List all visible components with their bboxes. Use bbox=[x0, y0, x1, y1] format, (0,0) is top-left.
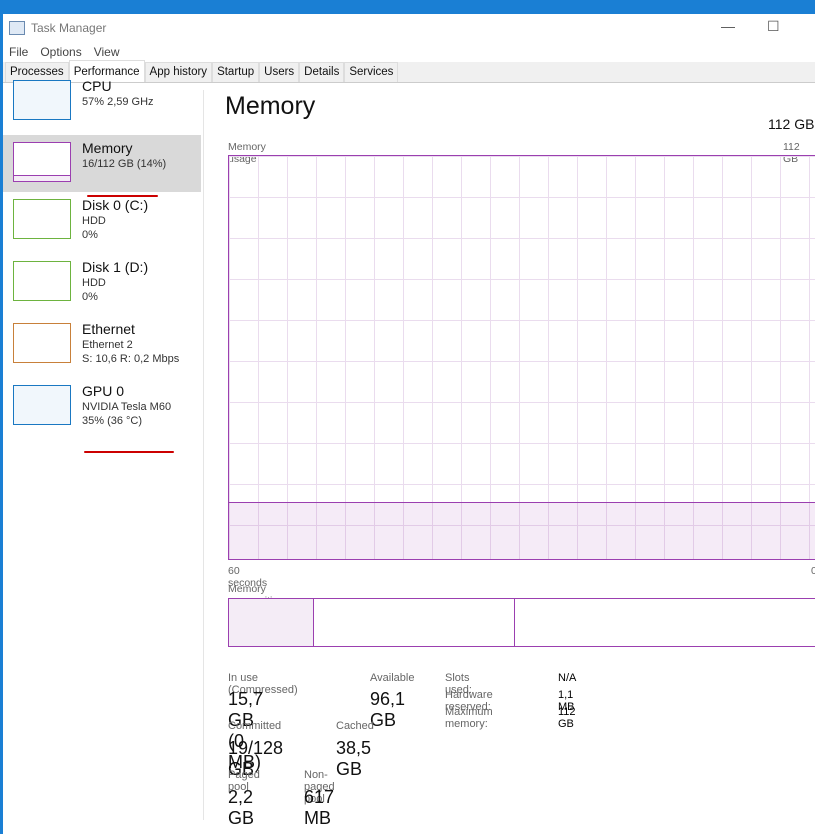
title-bar: Task Manager — ☐ bbox=[3, 14, 815, 42]
item-name: CPU bbox=[82, 78, 112, 94]
slots-value: N/A bbox=[558, 672, 577, 684]
max-memory-value: 112 GB bbox=[558, 706, 576, 730]
red-underline bbox=[84, 451, 174, 453]
thumbnail-graph bbox=[13, 323, 71, 363]
thumbnail-graph bbox=[13, 385, 71, 425]
sidebar-item-disk-1[interactable]: Disk 1 (D:) HDD 0% bbox=[3, 254, 201, 316]
sidebar-item-memory[interactable]: Memory 16/112 GB (14%) bbox=[3, 135, 201, 192]
window-title: Task Manager bbox=[31, 21, 107, 35]
item-detail-2: 0% bbox=[82, 291, 98, 303]
item-name: Disk 0 (C:) bbox=[82, 197, 149, 213]
thumbnail-graph bbox=[13, 142, 71, 182]
item-detail: HDD bbox=[82, 277, 106, 289]
tab-startup[interactable]: Startup bbox=[212, 62, 260, 82]
menu-file[interactable]: File bbox=[9, 45, 28, 59]
page-title: Memory bbox=[225, 92, 316, 120]
tab-details[interactable]: Details bbox=[299, 62, 345, 82]
item-name: Disk 1 (D:) bbox=[82, 259, 149, 275]
item-detail: Ethernet 2 bbox=[82, 339, 133, 351]
total-memory: 112 GB bbox=[768, 116, 815, 132]
graph-min-label: 0 bbox=[811, 565, 815, 577]
minimize-button[interactable]: — bbox=[721, 18, 735, 34]
item-name: Memory bbox=[82, 140, 133, 156]
sidebar-item-ethernet[interactable]: Ethernet Ethernet 2 S: 10,6 R: 0,2 Mbps bbox=[3, 316, 201, 378]
task-manager-icon bbox=[9, 21, 25, 35]
tab-services[interactable]: Services bbox=[344, 62, 399, 82]
memory-usage-graph bbox=[228, 155, 815, 560]
sidebar-item-disk-0[interactable]: Disk 0 (C:) HDD 0% bbox=[3, 192, 201, 254]
item-detail-2: S: 10,6 R: 0,2 Mbps bbox=[82, 353, 180, 365]
item-name: Ethernet bbox=[82, 321, 135, 337]
menu-view[interactable]: View bbox=[94, 45, 120, 59]
usage-fill bbox=[229, 501, 815, 559]
cached-label: Cached bbox=[336, 720, 374, 732]
item-detail: 16/112 GB (14%) bbox=[82, 158, 167, 170]
item-name: GPU 0 bbox=[82, 383, 125, 399]
paged-pool-value: 2,2 GB bbox=[228, 787, 255, 828]
tab-users[interactable]: Users bbox=[259, 62, 300, 82]
divider bbox=[203, 90, 204, 820]
committed-label: Committed bbox=[228, 720, 282, 732]
available-value: 96,1 GB bbox=[370, 689, 406, 730]
thumbnail-graph bbox=[13, 80, 71, 120]
available-label: Available bbox=[370, 672, 415, 684]
thumbnail-graph bbox=[13, 199, 71, 239]
resource-sidebar: CPU 57% 2,59 GHz Memory 16/112 GB (14%) … bbox=[3, 73, 201, 440]
item-detail-2: 35% (36 °C) bbox=[82, 415, 143, 427]
composition-standby[interactable] bbox=[314, 599, 515, 646]
max-memory-label: Maximum memory: bbox=[445, 706, 493, 730]
item-detail: 57% 2,59 GHz bbox=[82, 96, 154, 108]
maximize-button[interactable]: ☐ bbox=[767, 18, 780, 35]
sidebar-item-cpu[interactable]: CPU 57% 2,59 GHz bbox=[3, 73, 201, 135]
memory-composition-bar bbox=[228, 598, 815, 647]
sidebar-item-gpu[interactable]: GPU 0 NVIDIA Tesla M60 35% (36 °C) bbox=[3, 378, 201, 440]
red-underline bbox=[87, 195, 158, 197]
composition-free[interactable] bbox=[515, 599, 815, 646]
nonpaged-pool-value: 617 MB bbox=[304, 787, 335, 828]
item-detail: NVIDIA Tesla M60 bbox=[82, 401, 172, 413]
menu-options[interactable]: Options bbox=[40, 45, 81, 59]
menu-bar: File Options View bbox=[3, 42, 815, 62]
item-detail: HDD bbox=[82, 215, 106, 227]
thumbnail-graph bbox=[13, 261, 71, 301]
cached-value: 38,5 GB bbox=[336, 738, 372, 779]
composition-in-use[interactable] bbox=[229, 599, 314, 646]
item-detail-2: 0% bbox=[82, 229, 98, 241]
